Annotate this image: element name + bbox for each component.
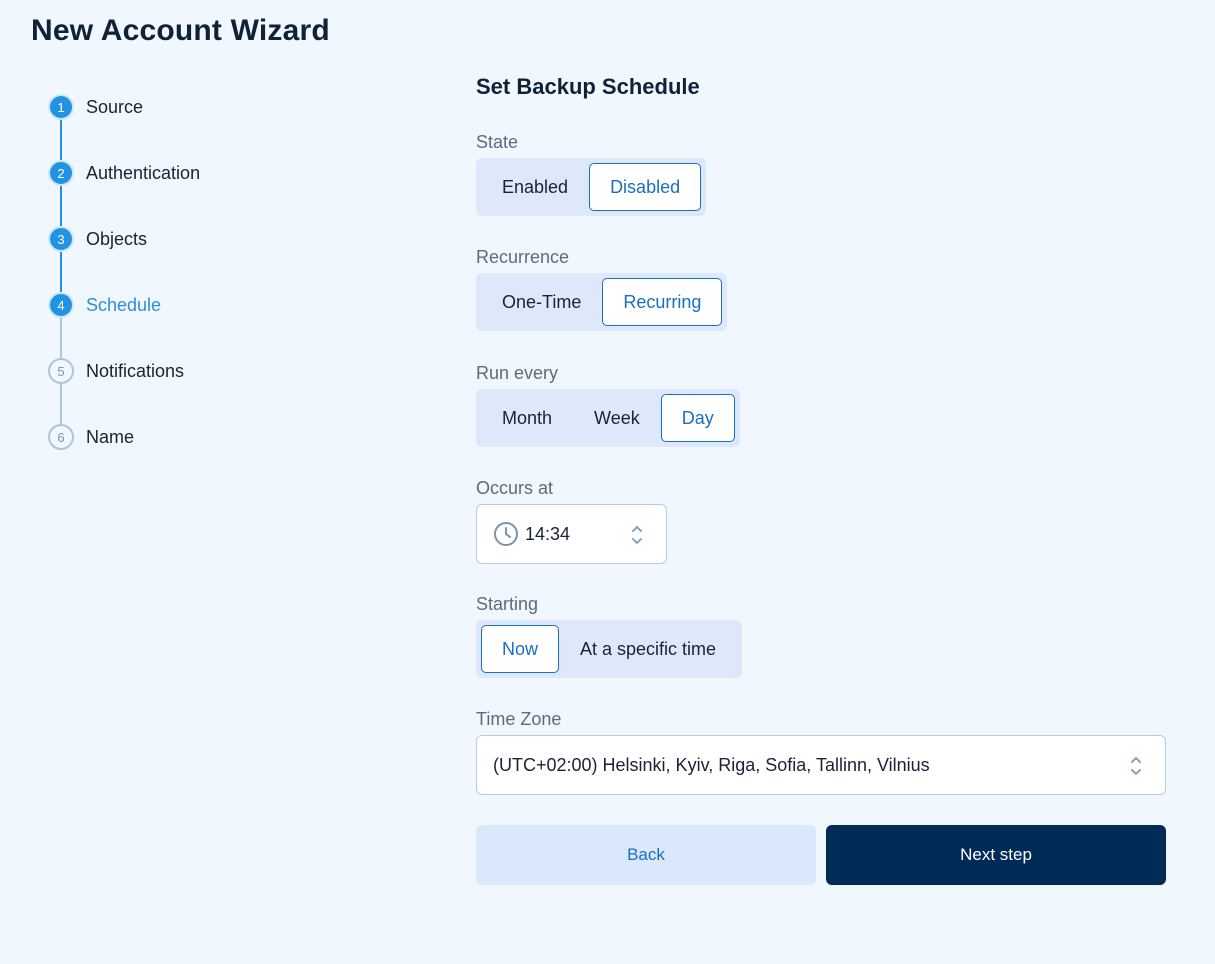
state-label: State <box>476 132 519 152</box>
step-label: Authentication <box>86 162 201 183</box>
run-every-toggle: Month Week Day <box>476 389 740 447</box>
step-label: Objects <box>86 228 148 249</box>
starting-specific-time-option[interactable]: At a specific time <box>559 625 737 673</box>
step-connector <box>60 186 62 226</box>
step-authentication[interactable]: 2 Authentication <box>48 160 348 186</box>
occurs-at-label: Occurs at <box>476 478 554 498</box>
time-zone-select[interactable]: (UTC+02:00) Helsinki, Kyiv, Riga, Sofia,… <box>476 735 1166 795</box>
step-connector <box>60 318 62 358</box>
recurrence-toggle: One-Time Recurring <box>476 273 728 331</box>
step-schedule[interactable]: 4 Schedule <box>48 292 348 318</box>
step-number: 4 <box>48 292 74 318</box>
step-connector <box>60 252 62 292</box>
occurs-at-value: 14:34 <box>525 523 571 544</box>
starting-label: Starting <box>476 594 539 614</box>
recurrence-recurring-option[interactable]: Recurring <box>602 278 723 326</box>
time-zone-label: Time Zone <box>476 709 562 729</box>
starting-now-option[interactable]: Now <box>481 625 560 673</box>
wizard-title: New Account Wizard <box>31 14 330 47</box>
step-label: Schedule <box>86 294 162 315</box>
step-objects[interactable]: 3 Objects <box>48 226 348 252</box>
recurrence-one-time-option[interactable]: One-Time <box>481 278 602 326</box>
next-step-button[interactable]: Next step <box>826 825 1166 885</box>
run-every-month-option[interactable]: Month <box>481 394 573 442</box>
wizard-page: New Account Wizard 1 Source 2 Authentica… <box>0 0 1215 964</box>
step-label: Source <box>86 96 144 117</box>
run-every-week-option[interactable]: Week <box>573 394 661 442</box>
step-number: 1 <box>48 94 74 120</box>
step-connector <box>60 384 62 424</box>
state-disabled-option[interactable]: Disabled <box>589 163 702 211</box>
step-source[interactable]: 1 Source <box>48 94 348 120</box>
recurrence-label: Recurrence <box>476 247 570 267</box>
up-down-chevron-icon[interactable] <box>630 523 644 547</box>
run-every-day-option[interactable]: Day <box>660 394 735 442</box>
step-label: Notifications <box>86 360 185 381</box>
time-zone-value: (UTC+02:00) Helsinki, Kyiv, Riga, Sofia,… <box>493 754 930 775</box>
state-toggle: Enabled Disabled <box>476 158 707 216</box>
form-title: Set Backup Schedule <box>476 74 700 99</box>
clock-icon <box>494 522 518 546</box>
step-notifications[interactable]: 5 Notifications <box>48 358 348 384</box>
step-number: 3 <box>48 226 74 252</box>
step-name[interactable]: 6 Name <box>48 424 348 450</box>
starting-toggle: Now At a specific time <box>476 620 743 678</box>
step-number: 2 <box>48 160 74 186</box>
step-label: Name <box>86 426 135 447</box>
step-connector <box>60 120 62 160</box>
run-every-label: Run every <box>476 363 559 383</box>
back-button[interactable]: Back <box>476 825 816 885</box>
state-enabled-option[interactable]: Enabled <box>481 163 589 211</box>
step-number: 5 <box>48 358 74 384</box>
up-down-chevron-icon <box>1131 756 1141 776</box>
occurs-at-time-input[interactable]: 14:34 <box>476 504 667 564</box>
step-number: 6 <box>48 424 74 450</box>
